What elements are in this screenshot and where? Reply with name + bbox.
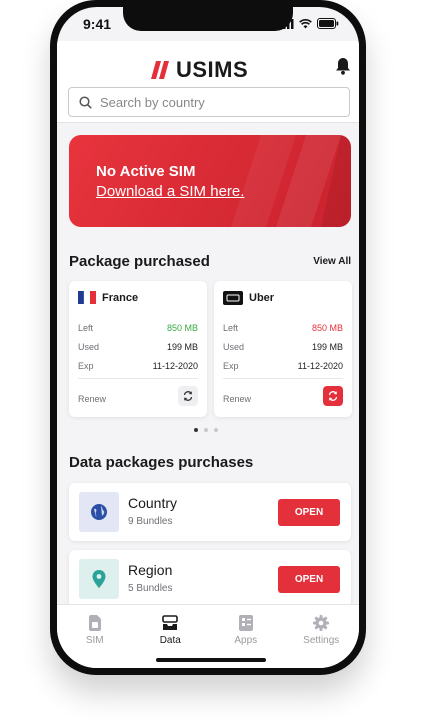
- left-value: 850 MB: [166, 323, 198, 333]
- package-left-row: Left 850 MB: [223, 323, 343, 333]
- carousel-dot[interactable]: [204, 428, 208, 432]
- renew-button[interactable]: [178, 386, 198, 406]
- data-packages-section-title: Data packages purchases: [69, 454, 254, 471]
- tab-label: Data: [159, 635, 181, 646]
- packages-section-title: Package purchased: [69, 253, 210, 270]
- open-region-button[interactable]: OPEN: [278, 566, 340, 593]
- apps-icon: [238, 615, 253, 631]
- renew-label: Renew: [78, 394, 107, 404]
- download-sim-link[interactable]: Download a SIM here.: [96, 183, 244, 200]
- status-time: 9:41: [83, 16, 112, 32]
- uber-logo-icon: [223, 291, 243, 305]
- package-exp-row: Exp 11-12-2020: [223, 361, 343, 371]
- data-package-bundles: 9 Bundles: [128, 516, 173, 527]
- location-pin-icon: [92, 570, 106, 588]
- data-packages-section-header: Data packages purchases: [69, 454, 351, 471]
- france-flag-icon: [78, 291, 96, 304]
- banner-title: No Active SIM: [96, 163, 196, 180]
- no-sim-banner[interactable]: No Active SIM Download a SIM here.: [69, 135, 351, 227]
- card-divider: [223, 378, 343, 379]
- renew-button[interactable]: [323, 386, 343, 406]
- open-country-button[interactable]: OPEN: [278, 499, 340, 526]
- package-card-header: France: [78, 291, 138, 304]
- left-label: Left: [78, 323, 94, 333]
- tab-label: Settings: [303, 635, 340, 646]
- sim-icon: [88, 615, 101, 631]
- search-input[interactable]: [100, 94, 349, 110]
- data-package-region[interactable]: Region 5 Bundles OPEN: [69, 550, 351, 608]
- tab-settings[interactable]: Settings: [284, 605, 360, 668]
- battery-icon: [317, 18, 339, 29]
- search-icon: [79, 95, 92, 109]
- country-icon-tile: [79, 492, 119, 532]
- carousel-dot[interactable]: [194, 428, 198, 432]
- left-label: Left: [223, 323, 239, 333]
- used-value: 199 MB: [311, 342, 343, 352]
- packages-section-header: Package purchased View All: [69, 253, 351, 270]
- home-indicator: [156, 658, 266, 662]
- usims-mark-icon: [151, 61, 169, 79]
- refresh-icon: [183, 391, 193, 401]
- refresh-icon: [328, 391, 338, 401]
- view-all-link[interactable]: View All: [313, 256, 351, 267]
- package-name: France: [102, 291, 139, 304]
- exp-label: Exp: [223, 361, 239, 371]
- app-screen: 9:41 USIMS Search by country No Active S…: [57, 7, 359, 668]
- carousel-pagination[interactable]: [194, 428, 218, 432]
- usims-logo: USIMS: [151, 57, 248, 83]
- notification-bell-button[interactable]: [335, 57, 351, 80]
- tab-sim[interactable]: SIM: [57, 605, 133, 668]
- used-label: Used: [223, 342, 245, 352]
- package-card-header: Uber: [223, 291, 274, 305]
- bell-icon: [336, 58, 350, 75]
- exp-label: Exp: [78, 361, 94, 371]
- data-package-title: Region: [128, 562, 173, 578]
- globe-icon: [91, 504, 107, 520]
- package-name: Uber: [249, 292, 275, 304]
- renew-label: Renew: [223, 394, 252, 404]
- carousel-dot[interactable]: [214, 428, 218, 432]
- data-inbox-icon: [162, 615, 179, 630]
- banner-stripes-decoration: [231, 135, 351, 227]
- card-divider: [78, 378, 198, 379]
- package-card-uber[interactable]: Uber Left 850 MB Used 199 MB Exp 11-12-2…: [214, 281, 352, 417]
- package-used-row: Used 199 MB: [78, 342, 198, 352]
- data-package-bundles: 5 Bundles: [128, 583, 173, 594]
- used-value: 199 MB: [166, 342, 198, 352]
- data-package-title: Country: [128, 495, 178, 511]
- tab-label: SIM: [85, 635, 104, 646]
- package-exp-row: Exp 11-12-2020: [78, 361, 198, 371]
- package-left-row: Left 850 MB: [78, 323, 198, 333]
- used-label: Used: [78, 342, 100, 352]
- left-value: 850 MB: [311, 323, 343, 333]
- package-card-france[interactable]: France Left 850 MB Used 199 MB Exp 11-12…: [69, 281, 207, 417]
- brand-name: USIMS: [176, 57, 249, 82]
- gear-icon: [313, 615, 330, 631]
- wifi-icon: [299, 18, 312, 28]
- search-bar[interactable]: [68, 87, 350, 117]
- data-package-country[interactable]: Country 9 Bundles OPEN: [69, 483, 351, 541]
- tab-label: Apps: [234, 635, 258, 646]
- package-used-row: Used 199 MB: [223, 342, 343, 352]
- exp-value: 11-12-2020: [152, 361, 198, 371]
- app-header: USIMS: [57, 41, 359, 123]
- phone-notch: [123, 7, 293, 31]
- region-icon-tile: [79, 559, 119, 599]
- exp-value: 11-12-2020: [297, 361, 343, 371]
